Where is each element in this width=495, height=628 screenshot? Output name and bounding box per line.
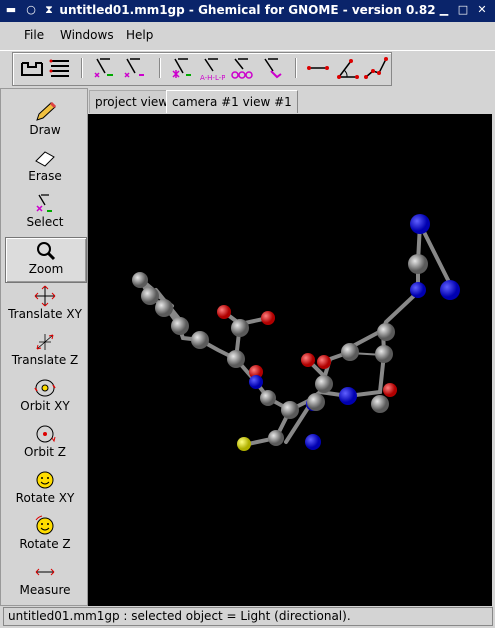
pencil-icon xyxy=(36,101,57,121)
menu-file[interactable]: File xyxy=(24,28,44,42)
tool-rotate-z[interactable]: Rotate Z xyxy=(5,513,85,557)
molecule-viewport[interactable] xyxy=(88,114,492,606)
sulfur-atom xyxy=(237,437,251,451)
select-chains-icon[interactable] xyxy=(169,55,195,81)
tab-camera-view[interactable]: camera #1 view #1 xyxy=(166,90,298,113)
carbon-atom xyxy=(155,299,173,317)
nitrogen-atom xyxy=(249,375,263,389)
tool-measure[interactable]: Measure xyxy=(5,559,85,603)
select-rings-icon[interactable] xyxy=(229,55,255,81)
rotate-xy-icon xyxy=(36,471,54,489)
tab-project-view[interactable]: project view xyxy=(89,90,175,113)
nitrogen-atom xyxy=(410,214,430,234)
title-bar: ▬ ○ ⧗ untitled01.mm1gp - Ghemical for GN… xyxy=(0,0,495,22)
carbon-atom xyxy=(371,395,389,413)
tool-rotate-xy[interactable]: Rotate XY xyxy=(5,467,85,511)
tool-panel: Draw Erase Select Zoom Translate XY Tran… xyxy=(0,88,88,606)
toolbar: A-H-L-P xyxy=(12,52,392,86)
status-text: untitled01.mm1gp : selected object = Lig… xyxy=(8,609,351,623)
close-button[interactable]: ✕ xyxy=(475,3,489,17)
oxygen-atom xyxy=(261,311,275,325)
molecule-render xyxy=(132,214,460,451)
carbon-atom xyxy=(191,331,209,349)
select-atoms-icon[interactable] xyxy=(91,55,117,81)
select-molecules-icon[interactable] xyxy=(259,55,285,81)
tool-label: Rotate XY xyxy=(15,491,75,505)
tool-draw[interactable]: Draw xyxy=(5,99,85,143)
tool-label: Orbit Z xyxy=(23,445,67,459)
menu-help[interactable]: Help xyxy=(126,28,153,42)
menu-bar: File Windows Help xyxy=(0,22,495,51)
list-icon[interactable] xyxy=(47,55,73,81)
view-tabs: project view camera #1 view #1 xyxy=(88,88,495,114)
tool-label: Draw xyxy=(29,123,61,137)
carbon-atom xyxy=(141,287,159,305)
tool-translate-xy[interactable]: Translate XY xyxy=(5,283,85,327)
carbon-atom xyxy=(341,343,359,361)
tool-zoom[interactable]: Zoom xyxy=(5,237,87,283)
oxygen-atom xyxy=(301,353,315,367)
window-title: untitled01.mm1gp - Ghemical for GNOME - … xyxy=(59,3,436,17)
carbon-atom xyxy=(375,345,393,363)
select-ahp-icon[interactable]: A-H-L-P xyxy=(199,55,225,81)
menu-windows[interactable]: Windows xyxy=(60,28,114,42)
translate-xy-icon xyxy=(34,285,56,307)
carbon-atom xyxy=(377,323,395,341)
tool-label: Zoom xyxy=(28,262,64,276)
tool-erase[interactable]: Erase xyxy=(5,145,85,189)
tool-label: Orbit XY xyxy=(20,399,70,413)
tool-translate-z[interactable]: Translate Z xyxy=(5,329,85,373)
minimize-button[interactable]: ▁ xyxy=(437,3,451,17)
eraser-icon xyxy=(35,151,55,167)
tool-orbit-z[interactable]: Orbit Z xyxy=(5,421,85,465)
carbon-atom xyxy=(171,317,189,335)
measure-icon xyxy=(35,568,55,576)
carbon-atom xyxy=(281,401,299,419)
carbon-atom xyxy=(227,350,245,368)
oxygen-atom xyxy=(317,355,331,369)
nitrogen-atom xyxy=(410,282,426,298)
tool-label: Erase xyxy=(28,169,62,183)
carbon-atom xyxy=(307,393,325,411)
carbon-atom xyxy=(315,375,333,393)
measure-distance-icon[interactable] xyxy=(305,55,331,81)
orbit-xy-icon xyxy=(34,379,56,397)
maximize-button[interactable]: □ xyxy=(456,3,470,17)
select-residues-icon[interactable] xyxy=(121,55,147,81)
translate-z-icon xyxy=(36,334,54,350)
tool-label: Translate XY xyxy=(8,307,82,321)
carbon-atom xyxy=(260,390,276,406)
tool-label: Translate Z xyxy=(11,353,79,367)
nitrogen-atom xyxy=(305,434,321,450)
nitrogen-atom xyxy=(339,387,357,405)
tool-select[interactable]: Select xyxy=(5,191,85,235)
nitrogen-atom xyxy=(440,280,460,300)
svg-text:A-H-L-P: A-H-L-P xyxy=(200,74,225,81)
measure-torsion-icon[interactable] xyxy=(363,55,389,81)
magnifier-icon xyxy=(37,242,56,261)
carbon-atom xyxy=(268,430,284,446)
tool-label: Select xyxy=(26,215,64,229)
carbon-atom xyxy=(132,272,148,288)
rotate-z-icon xyxy=(35,515,54,535)
oxygen-atom xyxy=(217,305,231,319)
atoms xyxy=(132,214,460,451)
select-icon xyxy=(36,194,52,212)
carbon-atom xyxy=(231,319,249,337)
oxygen-atom xyxy=(383,383,397,397)
carbon-atom xyxy=(408,254,428,274)
measure-angle-icon[interactable] xyxy=(335,55,361,81)
new-molecule-icon[interactable] xyxy=(19,55,45,81)
tool-label: Rotate Z xyxy=(19,537,71,551)
orbit-z-icon xyxy=(36,425,56,443)
status-bar: untitled01.mm1gp : selected object = Lig… xyxy=(3,607,493,626)
tool-label: Measure xyxy=(19,583,71,597)
tool-orbit-xy[interactable]: Orbit XY xyxy=(5,375,85,419)
